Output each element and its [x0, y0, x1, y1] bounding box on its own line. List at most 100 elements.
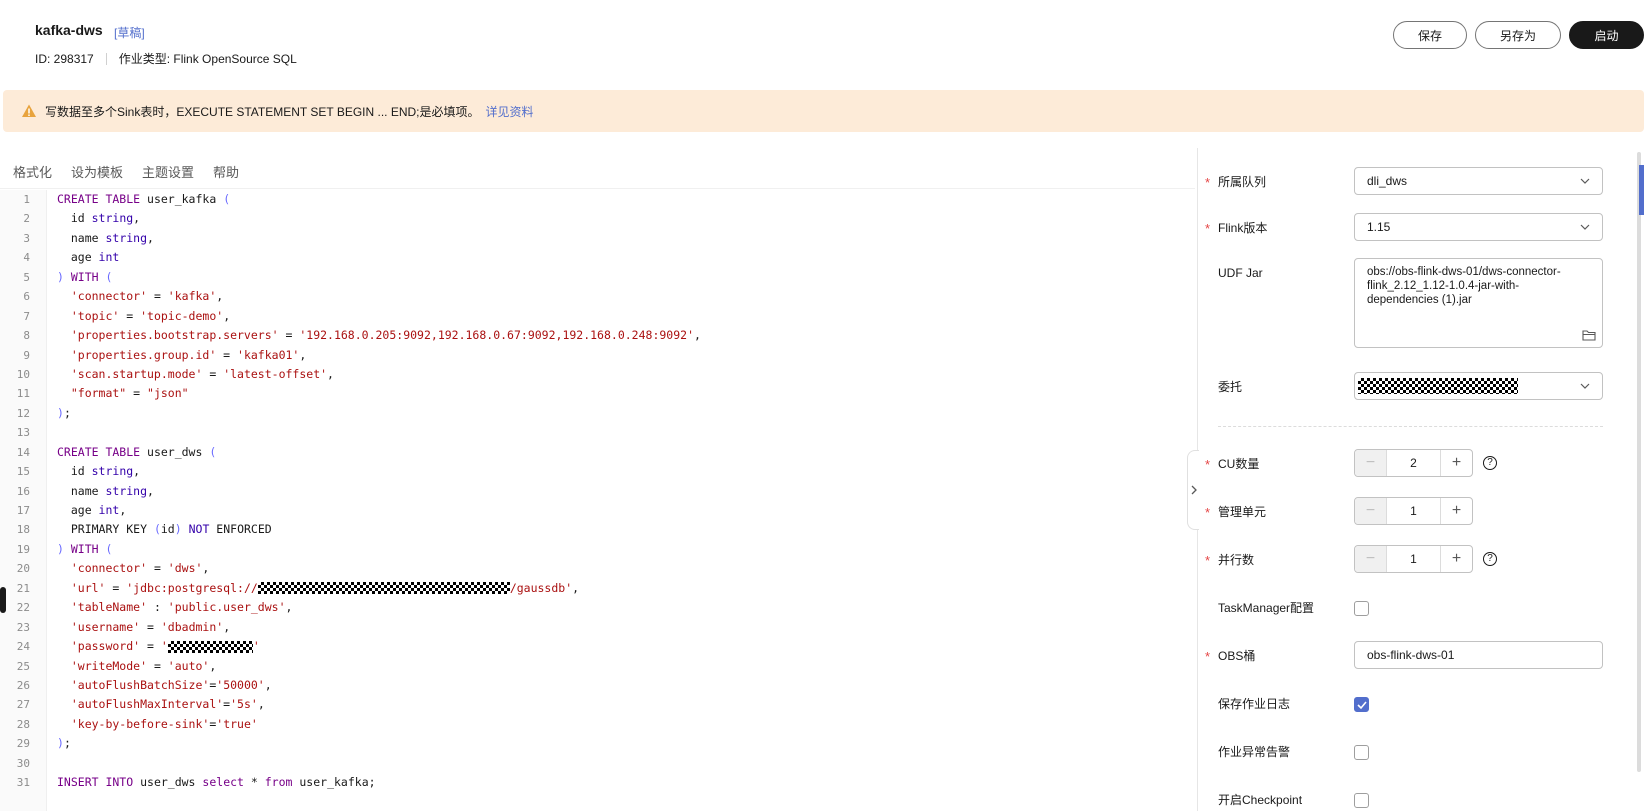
cu-count-field: * CU数量 − 2 + ?	[1198, 449, 1618, 479]
queue-select[interactable]: dli_dws	[1354, 167, 1603, 195]
line-number: 28	[16, 717, 30, 731]
line-number: 3	[23, 231, 30, 245]
increment-button[interactable]: +	[1440, 546, 1472, 572]
theme-settings-button[interactable]: 主题设置	[142, 162, 194, 181]
line-number: 9	[23, 348, 30, 362]
chevron-down-icon	[1580, 178, 1590, 184]
save-as-button[interactable]: 另存为	[1475, 21, 1561, 49]
flink-job-editor-page: kafka-dws [草稿] ID: 298317 作业类型: Flink Op…	[0, 0, 1644, 811]
line-number: 20	[16, 562, 30, 576]
alert-doc-link[interactable]: 详见资料	[486, 103, 534, 120]
code-line: 19) WITH (	[17, 540, 1187, 559]
line-number: 27	[16, 698, 30, 712]
flink-version-select[interactable]: 1.15	[1354, 213, 1603, 241]
checkpoint-field: 开启Checkpoint	[1198, 785, 1618, 811]
code-line: 20 'connector' = 'dws',	[17, 559, 1187, 578]
panel-scroll-indicator[interactable]	[1639, 165, 1644, 215]
line-number: 4	[23, 251, 30, 265]
flink-version-field: * Flink版本 1.15	[1198, 213, 1618, 243]
code-line: 18 PRIMARY KEY (id) NOT ENFORCED	[17, 520, 1187, 539]
job-title: kafka-dws	[35, 22, 103, 38]
line-number: 8	[23, 329, 30, 343]
code-line: 9 'properties.group.id' = 'kafka01',	[23, 346, 1187, 365]
code-line: 4 age int	[23, 248, 1187, 267]
code-line: 22 'tableName' : 'public.user_dws',	[17, 598, 1187, 617]
line-number: 14	[16, 445, 30, 459]
code-line: 27 'autoFlushMaxInterval'='5s',	[17, 695, 1187, 714]
code-line: 25 'writeMode' = 'auto',	[17, 657, 1187, 676]
meta-separator	[105, 52, 107, 65]
folder-icon[interactable]	[1582, 329, 1596, 341]
job-type: 作业类型: Flink OpenSource SQL	[118, 52, 297, 66]
help-button[interactable]: 帮助	[213, 162, 239, 181]
decrement-button[interactable]: −	[1355, 450, 1387, 476]
obs-bucket-value: obs-flink-dws-01	[1367, 648, 1455, 662]
editor-toolbar: 格式化 设为模板 主题设置 帮助	[0, 155, 1195, 189]
delegate-select[interactable]	[1354, 372, 1603, 400]
job-alarm-field: 作业异常告警	[1198, 737, 1618, 767]
sql-editor[interactable]: 1 CREATE TABLE user_kafka ( 2 id string, …	[0, 190, 1195, 811]
code-line: 16 name string,	[17, 482, 1187, 501]
decrement-button[interactable]: −	[1355, 498, 1387, 524]
job-alarm-label: 作业异常告警	[1218, 745, 1291, 759]
start-button[interactable]: 启动	[1569, 21, 1644, 49]
cu-count-label: CU数量	[1218, 457, 1260, 471]
queue-value: dli_dws	[1367, 174, 1408, 188]
obs-bucket-input[interactable]: obs-flink-dws-01	[1354, 641, 1603, 669]
checkpoint-label: 开启Checkpoint	[1218, 793, 1303, 807]
increment-button[interactable]: +	[1440, 450, 1472, 476]
flink-version-label: Flink版本	[1218, 221, 1268, 235]
line-number: 16	[16, 484, 30, 498]
set-template-button[interactable]: 设为模板	[71, 162, 123, 181]
management-unit-value[interactable]: 1	[1387, 504, 1440, 518]
line-number: 26	[16, 678, 30, 692]
parallelism-stepper[interactable]: − 1 +	[1354, 545, 1473, 573]
code-line: 1 CREATE TABLE user_kafka (	[23, 190, 1187, 209]
code-line: 6 'connector' = 'kafka',	[23, 287, 1187, 306]
drag-handle[interactable]	[0, 587, 6, 613]
increment-button[interactable]: +	[1440, 498, 1472, 524]
save-job-log-field: 保存作业日志	[1198, 689, 1618, 719]
management-unit-field: * 管理单元 − 1 +	[1198, 497, 1618, 527]
job-id: ID: 298317	[35, 51, 94, 66]
section-divider	[1218, 426, 1603, 427]
checkpoint-checkbox[interactable]	[1354, 793, 1369, 808]
parallelism-label: 并行数	[1218, 553, 1255, 567]
management-unit-stepper[interactable]: − 1 +	[1354, 497, 1473, 525]
parallelism-field: * 并行数 − 1 + ?	[1198, 545, 1618, 575]
job-alarm-checkbox[interactable]	[1354, 745, 1369, 760]
udf-jar-input[interactable]: obs://obs-flink-dws-01/dws-connector-fli…	[1354, 258, 1603, 348]
taskmanager-config-field: TaskManager配置	[1198, 593, 1618, 623]
required-mark: *	[1205, 553, 1211, 568]
line-number: 15	[16, 465, 30, 479]
line-number: 18	[16, 523, 30, 537]
line-number: 11	[16, 387, 30, 401]
help-circle-icon[interactable]: ?	[1483, 552, 1497, 566]
format-button[interactable]: 格式化	[13, 162, 52, 181]
decrement-button[interactable]: −	[1355, 546, 1387, 572]
redacted-delegate	[1358, 378, 1518, 394]
code-line: 5) WITH (	[23, 268, 1187, 287]
help-circle-icon[interactable]: ?	[1483, 456, 1497, 470]
queue-field: * 所属队列 dli_dws	[1198, 167, 1618, 197]
line-number: 5	[23, 270, 30, 284]
code-line: 10 'scan.startup.mode' = 'latest-offset'…	[17, 365, 1187, 384]
cu-count-value[interactable]: 2	[1387, 456, 1440, 470]
queue-label: 所属队列	[1218, 175, 1267, 189]
parallelism-value[interactable]: 1	[1387, 552, 1440, 566]
line-number: 23	[16, 620, 30, 634]
job-config-panel: * 所属队列 dli_dws * Flink版本 1.15 UDF Jar ob…	[1198, 148, 1644, 811]
panel-scrollbar[interactable]	[1637, 152, 1641, 772]
code-line: 13	[17, 423, 1187, 442]
cu-count-stepper[interactable]: − 2 +	[1354, 449, 1473, 477]
save-button[interactable]: 保存	[1393, 21, 1467, 49]
taskmanager-config-checkbox[interactable]	[1354, 601, 1369, 616]
code-line: 21 'url' = 'jdbc:postgresql:///gaussdb',	[17, 579, 1187, 598]
code-line: 26 'autoFlushBatchSize'='50000',	[17, 676, 1187, 695]
code-area[interactable]: 1 CREATE TABLE user_kafka ( 2 id string, …	[17, 190, 1187, 793]
draft-tag: [草稿]	[114, 26, 145, 40]
warning-triangle-icon	[22, 104, 36, 117]
save-job-log-checkbox[interactable]	[1354, 697, 1369, 712]
delegate-label: 委托	[1218, 380, 1243, 394]
chevron-down-icon	[1580, 383, 1590, 389]
